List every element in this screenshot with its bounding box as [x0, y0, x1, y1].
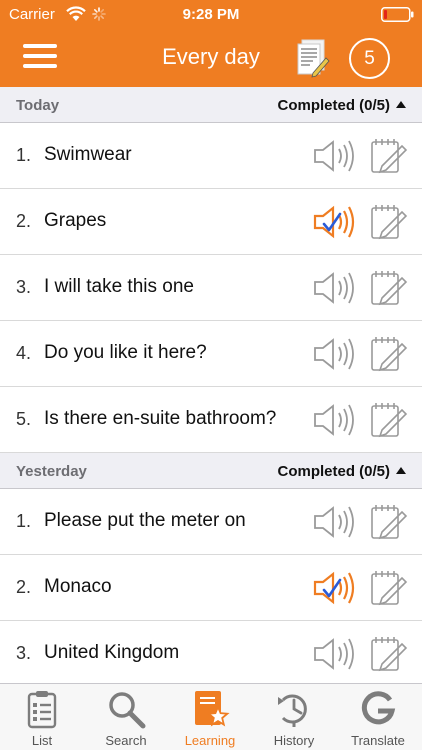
tab-label: Translate	[351, 733, 405, 748]
phrase-list[interactable]: Today Completed (0/5) 1. Swimwear 2. Gra…	[0, 87, 422, 683]
magnifier-icon	[109, 692, 146, 729]
status-time: 9:28 PM	[182, 6, 240, 23]
phrase-text: Please put the meter on	[44, 510, 246, 531]
battery-icon	[381, 7, 414, 22]
phrase-text: United Kingdom	[44, 642, 180, 663]
list-item[interactable]: 1. Swimwear	[0, 123, 422, 189]
speaker-icon[interactable]	[312, 336, 356, 372]
section-header-yesterday: Yesterday Completed (0/5)	[0, 453, 422, 489]
speaker-played-icon[interactable]	[312, 570, 356, 606]
edit-note-icon[interactable]	[368, 502, 408, 542]
clipboard-list-icon	[27, 691, 57, 729]
item-number: 2.	[16, 577, 32, 597]
caret-up-icon	[396, 101, 406, 108]
document-edit-icon[interactable]	[296, 38, 330, 78]
phrase-text: Grapes	[44, 210, 107, 231]
speaker-icon[interactable]	[312, 270, 356, 306]
tab-search[interactable]: Search	[84, 684, 168, 750]
google-g-icon	[361, 691, 396, 725]
list-item[interactable]: 2. Monaco	[0, 555, 422, 621]
item-number: 4.	[16, 343, 32, 363]
nav-bar: Every day 5	[0, 30, 422, 87]
tab-label: List	[31, 733, 53, 748]
edit-note-icon[interactable]	[368, 268, 408, 308]
phrase-text: Is there en-suite bathroom?	[44, 408, 277, 429]
list-item[interactable]: 5. Is there en-suite bathroom?	[0, 387, 422, 453]
tab-label: History	[273, 733, 315, 748]
edit-note-icon[interactable]	[368, 136, 408, 176]
tab-learning[interactable]: Learning	[168, 684, 252, 750]
list-item[interactable]: 3. I will take this one	[0, 255, 422, 321]
section-title: Yesterday	[16, 463, 87, 480]
tab-bar: List Search Learning History Translate	[0, 683, 422, 750]
book-star-icon	[195, 691, 230, 727]
speaker-icon[interactable]	[312, 402, 356, 438]
phrase-text: Monaco	[44, 576, 112, 597]
list-item[interactable]: 4. Do you like it here?	[0, 321, 422, 387]
caret-up-icon	[396, 467, 406, 474]
item-number: 3.	[16, 643, 32, 663]
tab-list[interactable]: List	[0, 684, 84, 750]
section-title: Today	[16, 97, 60, 114]
speaker-icon[interactable]	[312, 636, 356, 672]
item-number: 3.	[16, 277, 32, 297]
count-badge-button[interactable]: 5	[349, 38, 390, 79]
edit-note-icon[interactable]	[368, 634, 408, 674]
tab-translate[interactable]: Translate	[336, 684, 420, 750]
list-item[interactable]: 2. Grapes	[0, 189, 422, 255]
list-item[interactable]: 3. United Kingdom	[0, 621, 422, 683]
status-bar: Carrier 9:28 PM	[0, 0, 422, 30]
section-header-today: Today Completed (0/5)	[0, 87, 422, 123]
tab-label: Learning	[184, 733, 236, 748]
edit-note-icon[interactable]	[368, 202, 408, 242]
tab-history[interactable]: History	[252, 684, 336, 750]
speaker-icon[interactable]	[312, 504, 356, 540]
completed-toggle[interactable]: Completed (0/5)	[277, 463, 406, 480]
speaker-played-icon[interactable]	[312, 204, 356, 240]
speaker-icon[interactable]	[312, 138, 356, 174]
item-number: 1.	[16, 511, 32, 531]
phrase-text: Swimwear	[44, 144, 132, 165]
completed-status-text: Completed (0/5)	[277, 97, 390, 114]
completed-toggle[interactable]: Completed (0/5)	[277, 97, 406, 114]
edit-note-icon[interactable]	[368, 568, 408, 608]
item-number: 1.	[16, 145, 32, 165]
app-screen: Carrier 9:28 PM Every day 5 Today Comple…	[0, 0, 422, 750]
item-number: 5.	[16, 409, 32, 429]
clock-history-icon	[278, 694, 307, 727]
item-number: 2.	[16, 211, 32, 231]
top-bar: Carrier 9:28 PM Every day 5	[0, 0, 422, 87]
list-item[interactable]: 1. Please put the meter on	[0, 489, 422, 555]
phrase-text: I will take this one	[44, 276, 194, 297]
edit-note-icon[interactable]	[368, 400, 408, 440]
edit-note-icon[interactable]	[368, 334, 408, 374]
completed-status-text: Completed (0/5)	[277, 463, 390, 480]
phrase-text: Do you like it here?	[44, 342, 207, 363]
tab-label: Search	[105, 733, 147, 748]
